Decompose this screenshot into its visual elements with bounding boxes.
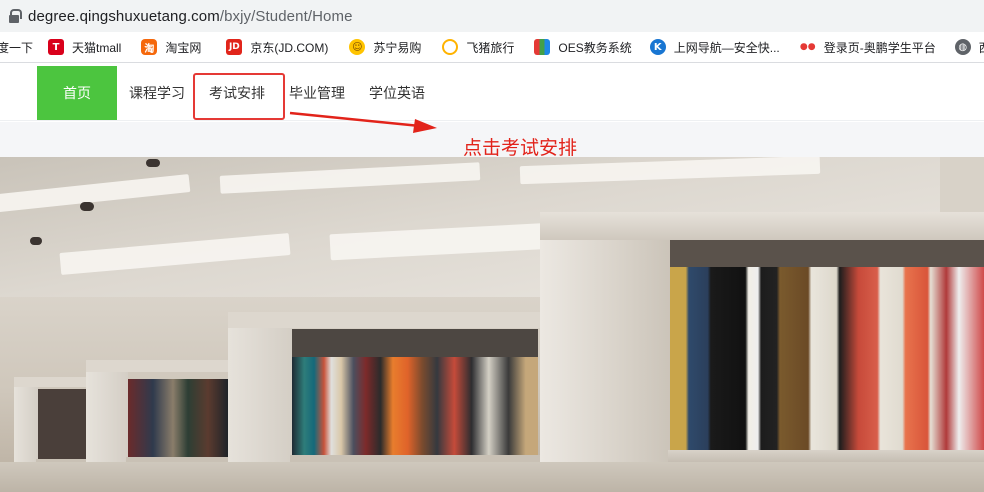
bookmark-taobao[interactable]: 淘 淘宝网 [141,39,201,56]
bookmark-label: 飞猪旅行 [466,40,515,55]
shelf-upper-gap [670,240,984,270]
bookmark-label: 天猫tmall [72,40,122,55]
globe-icon: ◍ [954,39,971,55]
ceiling-camera [80,202,94,211]
shelf-books-far [38,389,88,459]
bookmark-label: 上网导航—安全快... [673,40,780,55]
bookmark-jd[interactable]: JD 京东(JD.COM) [226,39,328,56]
shelf-books-near [670,267,984,452]
bookmark-label: 登录页-奥鹏学生平台 [823,40,936,55]
bookmark-aopeng[interactable]: ●● 登录页-奥鹏学生平台 [799,39,936,56]
annotation-text: 点击考试安排 [463,138,578,159]
bookmark-label: 淘宝网 [165,40,202,55]
nav-graduation[interactable]: 毕业管理 [277,66,357,120]
hero-banner-image [0,157,984,492]
shelf-upper-gap [292,329,538,359]
bookmarks-bar: 度一下 T 天猫tmall 淘 淘宝网 JD 京东(JD.COM) ☺ 苏宁易购… [0,32,984,63]
shelf-top [14,377,92,387]
wall-column [940,157,984,217]
shelf-top [86,360,236,372]
nav-degree-english[interactable]: 学位英语 [357,66,437,120]
bookmark-label: 西南 [979,39,984,56]
highlight-box [193,73,285,120]
main-nav: 首页 课程学习 考试安排 毕业管理 学位英语 [0,64,984,121]
nav-course-study[interactable]: 课程学习 [117,66,197,120]
bookmark-xinan[interactable]: ◍ 西南 [954,39,984,56]
suning-icon: ☺ [349,39,366,55]
address-bar[interactable]: degree.qingshuxuetang.com/bxjy/Student/H… [0,0,984,32]
taobao-icon: 淘 [141,39,158,55]
bookmark-tmall[interactable]: T 天猫tmall [48,39,121,56]
url-text[interactable]: degree.qingshuxuetang.com/bxjy/Student/H… [28,8,353,25]
k-icon: K [649,39,666,55]
nav-home[interactable]: 首页 [37,66,117,120]
url-host: degree.qingshuxuetang.com [28,7,220,25]
bookmark-suning[interactable]: ☺ 苏宁易购 [349,39,421,56]
bookmark-label: OES教务系统 [558,40,632,55]
fliggy-icon [442,39,459,55]
ceiling-camera [30,237,42,245]
ceiling-camera [146,159,160,167]
shelf-books-mid [128,379,228,457]
bookmark-label: 苏宁易购 [373,40,422,55]
jd-icon: JD [226,39,243,55]
lock-icon [9,9,22,23]
shelf-books-center [292,357,538,455]
bookmark-navigation[interactable]: K 上网导航—安全快... [649,39,780,56]
bookmark-label: 度一下 [0,40,34,55]
bookmark-fliggy[interactable]: 飞猪旅行 [442,39,514,56]
floor [0,462,984,492]
shelf-top [228,312,540,328]
tmall-icon: T [48,39,65,55]
bookmark-baidu[interactable]: 度一下 [0,39,33,56]
bookmark-label: 京东(JD.COM) [250,40,329,55]
shelf-side [540,212,670,492]
bookmark-oes[interactable]: OES教务系统 [534,39,632,56]
shelf-top [540,212,984,240]
url-path: /bxjy/Student/Home [219,7,353,25]
aopeng-icon: ●● [799,39,816,55]
oes-icon [534,39,551,55]
